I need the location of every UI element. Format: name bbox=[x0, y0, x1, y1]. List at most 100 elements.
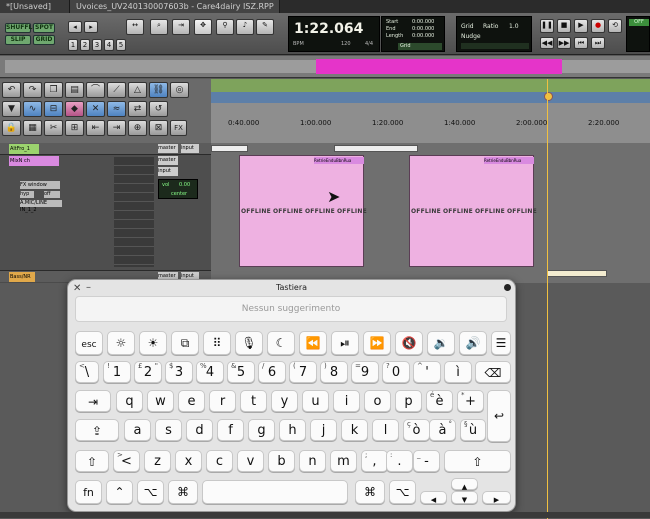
audio-clip-1[interactable]: RetrieEnduBbnRua OFFLINE OFFLINE OFFLINE… bbox=[239, 155, 367, 267]
grid-5-button[interactable]: 5 bbox=[116, 39, 126, 51]
fx-window-button[interactable]: FX window bbox=[20, 181, 60, 189]
group-icon[interactable]: ▦ bbox=[23, 120, 42, 136]
send-button[interactable]: off bbox=[44, 191, 60, 198]
key-c[interactable]: c bbox=[206, 450, 233, 472]
key-p[interactable]: p bbox=[395, 390, 422, 412]
key-a[interactable]: a bbox=[124, 419, 151, 441]
time-ruler[interactable] bbox=[211, 103, 650, 143]
key-v[interactable]: v bbox=[237, 450, 264, 472]
track-output[interactable]: master bbox=[158, 144, 178, 153]
key-l[interactable]: l bbox=[372, 419, 399, 441]
key-9[interactable]: = 9 bbox=[351, 361, 379, 383]
session-overview[interactable] bbox=[0, 56, 650, 78]
key-g[interactable]: g bbox=[248, 419, 275, 441]
tab-project[interactable]: Uvoices_UV240130007603b - Care4dairy ISZ… bbox=[70, 0, 280, 13]
goto-start-icon[interactable]: ⏮ bbox=[574, 37, 588, 49]
key-plus[interactable]: * + bbox=[457, 390, 484, 412]
link-icon[interactable]: ⛓ bbox=[149, 82, 168, 98]
redo-icon[interactable]: ↷ bbox=[23, 82, 42, 98]
record-icon[interactable]: ● bbox=[591, 19, 605, 33]
clip-small[interactable] bbox=[211, 145, 248, 152]
right-arrow-key[interactable]: ▶ bbox=[482, 491, 511, 504]
key-less-than[interactable]: > < bbox=[113, 450, 140, 472]
lock-icon[interactable]: 🔒 bbox=[2, 120, 21, 136]
timeline-rulers[interactable]: 0:40.000 1:00.000 1:20.000 1:40.000 2:00… bbox=[211, 79, 650, 143]
backspace-key[interactable]: ⌫ bbox=[475, 361, 511, 383]
curve-icon[interactable]: ⌒ bbox=[86, 82, 105, 98]
track-input[interactable]: input bbox=[158, 167, 178, 176]
fade-icon[interactable]: ⟋ bbox=[107, 82, 126, 98]
repeat-icon[interactable]: ⇄ bbox=[128, 101, 147, 117]
key-j[interactable]: j bbox=[310, 419, 337, 441]
key-h[interactable]: h bbox=[279, 419, 306, 441]
key-0[interactable]: ? 0 bbox=[382, 361, 410, 383]
key-e[interactable]: e bbox=[178, 390, 205, 412]
right-option-key[interactable]: ⌥ bbox=[389, 480, 416, 504]
target-icon[interactable]: ◎ bbox=[170, 82, 189, 98]
esc-key[interactable]: esc bbox=[75, 331, 103, 355]
key-s[interactable]: s bbox=[155, 419, 182, 441]
play-pause-icon[interactable]: ⏯ bbox=[331, 331, 359, 355]
split-icon[interactable]: ⊞ bbox=[65, 120, 84, 136]
key-u-grave[interactable]: § ù bbox=[460, 419, 486, 441]
end-value[interactable]: 0:00.000 bbox=[412, 26, 434, 32]
tab-unsaved[interactable]: *[Unsaved] bbox=[0, 0, 70, 13]
left-arrow-key[interactable]: ◀ bbox=[420, 491, 447, 504]
trim-tool-icon[interactable]: ↔ bbox=[126, 19, 144, 35]
grid-button[interactable]: GRID bbox=[33, 35, 55, 45]
zoom-in-icon[interactable]: ▸ bbox=[84, 21, 98, 33]
key-o-grave[interactable]: çò bbox=[403, 419, 430, 441]
key-apostrophe[interactable]: ^ ' bbox=[413, 361, 441, 383]
paste-icon[interactable]: ▤ bbox=[65, 82, 84, 98]
key-i[interactable]: i bbox=[333, 390, 360, 412]
grid-display[interactable]: Grid bbox=[398, 43, 442, 50]
loop-range-bar[interactable] bbox=[316, 59, 562, 74]
play-icon[interactable]: ▶ bbox=[574, 19, 588, 33]
key-z[interactable]: z bbox=[144, 450, 171, 472]
key-8[interactable]: ) 8 bbox=[320, 361, 348, 383]
key-e-grave[interactable]: éè bbox=[426, 390, 453, 412]
track-output[interactable]: master bbox=[158, 156, 178, 165]
shuffle-button[interactable]: SHUFFLE bbox=[5, 23, 36, 33]
option-key[interactable]: ⌥ bbox=[137, 480, 164, 504]
track-row-2[interactable]: MixN ch FX window hyp off A.MIC/LINE IN_… bbox=[0, 155, 211, 270]
key-k[interactable]: k bbox=[341, 419, 368, 441]
forward-icon[interactable]: ▶▶ bbox=[557, 37, 571, 49]
volume-down-icon[interactable]: 🔉 bbox=[427, 331, 455, 355]
up-arrow-key[interactable]: ▲ bbox=[451, 478, 478, 491]
goto-end-icon[interactable]: ⏭ bbox=[591, 37, 605, 49]
reverse-icon[interactable]: ↺ bbox=[149, 101, 168, 117]
mute-icon[interactable]: 🔇 bbox=[395, 331, 423, 355]
grid-2-button[interactable]: 2 bbox=[80, 39, 90, 51]
key-5[interactable]: & 5 bbox=[227, 361, 255, 383]
key-period[interactable]: :. bbox=[386, 450, 413, 472]
return-key[interactable]: ↩ bbox=[487, 390, 511, 442]
microphone-icon[interactable]: 🎙 bbox=[235, 331, 263, 355]
arrow-icon[interactable]: ▼ bbox=[2, 101, 21, 117]
key-1[interactable]: ! 1 bbox=[103, 361, 131, 383]
length-value[interactable]: 0:00.000 bbox=[412, 33, 434, 39]
wave-icon[interactable]: ∿ bbox=[23, 101, 42, 117]
grid-1-button[interactable]: 1 bbox=[68, 39, 78, 51]
track-name[interactable]: AltFro_1 bbox=[9, 144, 39, 154]
crossfade-icon[interactable]: ✕ bbox=[86, 101, 105, 117]
clip-small[interactable] bbox=[334, 145, 418, 152]
track-input[interactable]: input bbox=[181, 144, 199, 153]
key-d[interactable]: d bbox=[186, 419, 213, 441]
brightness-up-icon[interactable]: ☀ bbox=[139, 331, 167, 355]
speaker-icon[interactable]: ♪ bbox=[236, 19, 254, 35]
moon-icon[interactable]: ☾ bbox=[267, 331, 295, 355]
key-m[interactable]: m bbox=[330, 450, 357, 472]
key-n[interactable]: n bbox=[299, 450, 326, 472]
playhead-handle[interactable] bbox=[544, 92, 553, 101]
ripple-icon[interactable]: ≈ bbox=[107, 101, 126, 117]
fast-forward-icon[interactable]: ⏩ bbox=[363, 331, 391, 355]
zoom-out-icon[interactable]: ◂ bbox=[68, 21, 82, 33]
track-row-1[interactable]: AltFro_1 master input bbox=[0, 143, 211, 155]
key-t[interactable]: t bbox=[240, 390, 267, 412]
key-q[interactable]: q bbox=[116, 390, 143, 412]
undo-icon[interactable]: ↶ bbox=[2, 82, 21, 98]
key-6[interactable]: /6 bbox=[258, 361, 286, 383]
rewind-icon[interactable]: ◀◀ bbox=[540, 37, 554, 49]
snap-icon[interactable]: ⊟ bbox=[44, 101, 63, 117]
